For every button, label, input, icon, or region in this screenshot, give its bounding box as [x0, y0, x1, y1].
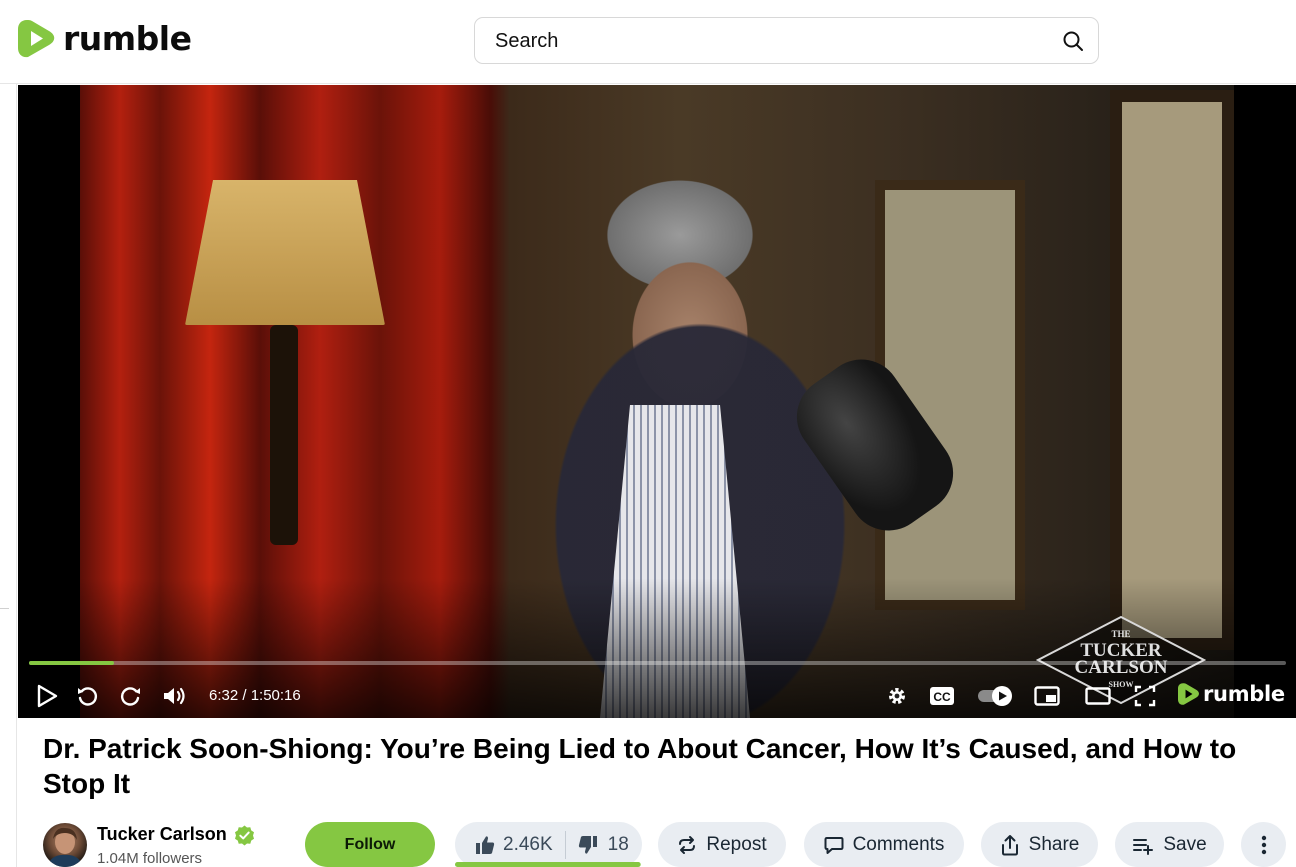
repost-button[interactable]: Repost — [658, 822, 786, 867]
video-player[interactable]: THE TUCKER CARLSON SHOW 6:32 / 1:50:16 C… — [18, 85, 1296, 718]
comment-icon — [824, 836, 844, 854]
vote-ratio-bar — [455, 862, 641, 867]
play-button[interactable] — [34, 683, 60, 709]
thumbs-up-icon — [476, 835, 495, 854]
vote-divider — [564, 830, 566, 859]
search-input[interactable] — [495, 28, 1035, 54]
volume-button[interactable] — [162, 683, 188, 709]
fullscreen-icon — [1134, 685, 1156, 707]
wall-frame — [1110, 90, 1234, 650]
volume-icon — [164, 687, 185, 705]
comments-label: Comments — [852, 833, 945, 855]
rumble-logo-icon — [1178, 683, 1199, 705]
forward-button[interactable] — [118, 683, 144, 709]
autoplay-toggle-icon — [978, 686, 1012, 706]
site-header: rumble — [0, 0, 1296, 84]
captions-button[interactable]: CC — [929, 683, 955, 709]
repost-label: Repost — [706, 833, 767, 855]
play-icon — [37, 684, 58, 708]
pip-button[interactable] — [1034, 683, 1060, 709]
settings-button[interactable] — [884, 683, 910, 709]
search-icon[interactable] — [1062, 30, 1084, 52]
player-controls: 6:32 / 1:50:16 CC rumble — [18, 677, 1296, 715]
progress-bar[interactable] — [29, 661, 1286, 665]
theater-button[interactable] — [1085, 683, 1111, 709]
lamp-shade — [185, 180, 385, 325]
forward-icon — [121, 687, 140, 706]
thumbs-down-icon — [578, 835, 597, 854]
search-bar[interactable] — [474, 17, 1099, 64]
svg-text:CC: CC — [933, 690, 951, 704]
watermark-line: THE — [1111, 629, 1130, 639]
rewind-icon — [78, 687, 97, 706]
settings-icon — [889, 688, 905, 704]
share-icon — [1001, 834, 1018, 855]
captions-icon: CC — [930, 687, 954, 705]
autoplay-toggle[interactable] — [976, 683, 1016, 709]
player-rumble-logo[interactable]: rumble — [1178, 681, 1285, 707]
rumble-logo[interactable]: rumble — [18, 18, 192, 59]
repost-icon — [679, 835, 696, 854]
avatar[interactable] — [43, 823, 87, 867]
share-label: Share — [1028, 833, 1080, 855]
progress-fill — [29, 661, 115, 665]
video-title: Dr. Patrick Soon-Shiong: You’re Being Li… — [43, 733, 1237, 799]
dislike-button[interactable]: 18 — [578, 822, 629, 867]
like-count: 2.46K — [503, 833, 553, 855]
fullscreen-button[interactable] — [1132, 683, 1158, 709]
pip-icon — [1034, 686, 1060, 706]
save-label: Save — [1163, 833, 1207, 855]
follower-count: 1.04M followers — [97, 850, 203, 867]
avatar-portrait — [47, 827, 83, 867]
save-playlist-icon — [1133, 838, 1154, 855]
theater-icon — [1085, 687, 1111, 705]
dislike-count: 18 — [607, 833, 629, 855]
sidebar-edge — [16, 84, 17, 867]
time-display: 6:32 / 1:50:16 — [209, 687, 301, 704]
rewind-button[interactable] — [74, 683, 100, 709]
logo-wordmark: rumble — [63, 19, 192, 58]
verified-icon — [235, 825, 254, 846]
rumble-logo-icon — [18, 20, 55, 58]
follow-button[interactable]: Follow — [305, 822, 435, 867]
lamp-base — [270, 325, 298, 545]
comments-button[interactable]: Comments — [804, 822, 964, 867]
like-button[interactable]: 2.46K — [455, 822, 553, 867]
more-options-button[interactable] — [1241, 822, 1286, 867]
save-button[interactable]: Save — [1115, 822, 1224, 867]
more-vertical-icon — [1261, 835, 1266, 854]
channel-name[interactable]: Tucker Carlson — [97, 824, 227, 845]
player-logo-wordmark: rumble — [1203, 682, 1285, 706]
vote-group: 2.46K 18 — [455, 822, 642, 867]
share-button[interactable]: Share — [981, 822, 1098, 867]
follow-label: Follow — [344, 835, 396, 853]
sidebar-tick — [0, 608, 9, 609]
